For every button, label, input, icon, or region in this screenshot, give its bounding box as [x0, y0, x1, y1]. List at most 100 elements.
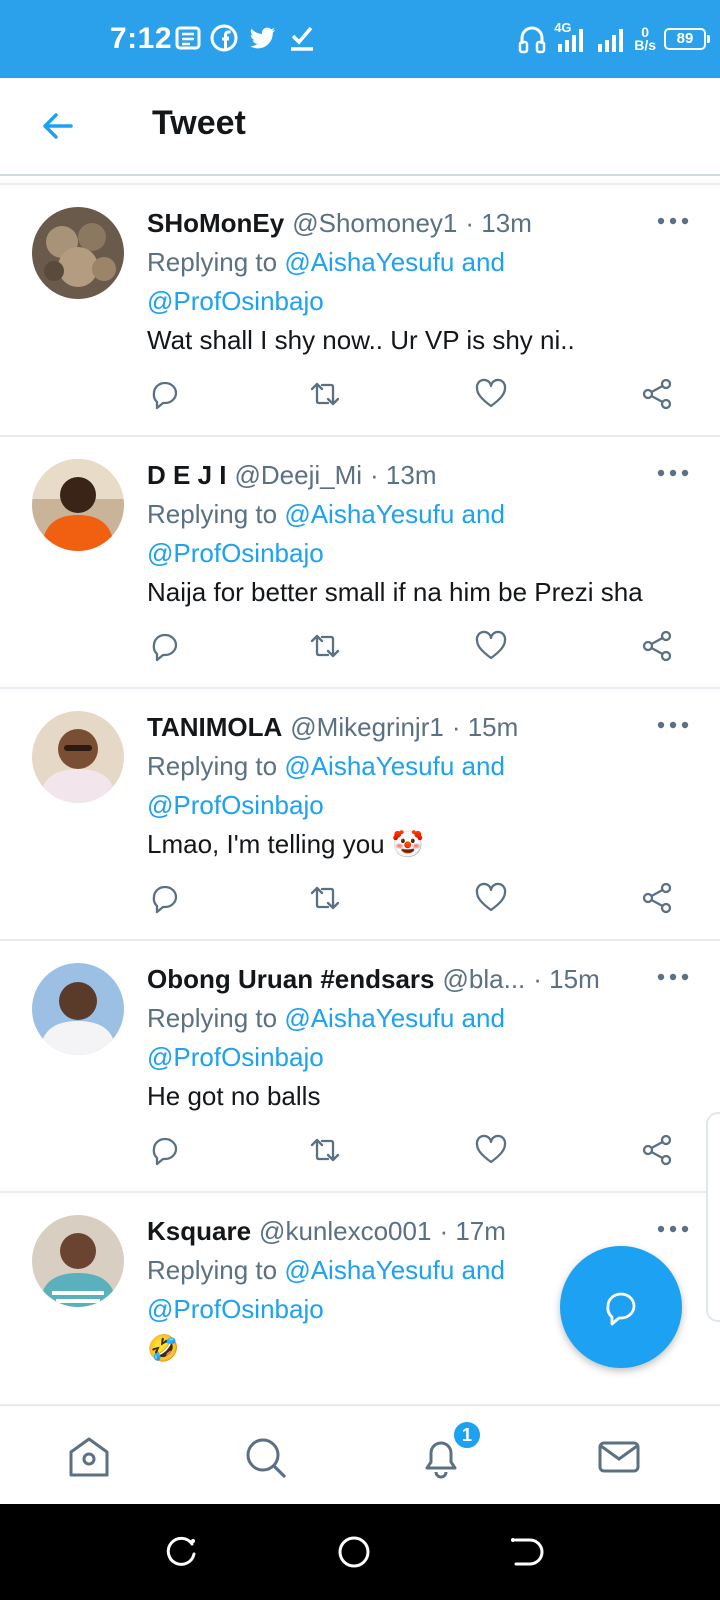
- tweet-actions: [148, 1133, 688, 1173]
- mention-link[interactable]: @ProfOsinbajo: [147, 790, 324, 820]
- user-handle[interactable]: @Mikegrinjr1: [290, 709, 444, 745]
- replying-prefix: Replying to: [147, 751, 285, 781]
- avatar[interactable]: [32, 963, 124, 1055]
- scroll-handle[interactable]: [706, 1112, 720, 1322]
- home-button-icon[interactable]: [336, 1534, 372, 1570]
- reply-icon[interactable]: [148, 881, 182, 915]
- notification-badge: 1: [452, 1420, 482, 1450]
- more-options-icon[interactable]: [656, 1219, 690, 1239]
- replying-to-cont: @ProfOsinbajo: [147, 1039, 692, 1075]
- tweet[interactable]: TANIMOLA @Mikegrinjr1 · 15m Replying to …: [0, 689, 720, 941]
- tweet-content: D E J I @Deeji_Mi · 13m Replying to @Ais…: [147, 457, 692, 610]
- tweet-content: SHoMonEy @Shomoney1 · 13m Replying to @A…: [147, 205, 692, 358]
- system-navigation-bar: [0, 1504, 720, 1600]
- tweet-actions: [148, 377, 688, 417]
- messages-icon[interactable]: [596, 1434, 642, 1480]
- tweet-content: Obong Uruan #endsars @bla... · 15m Reply…: [147, 961, 692, 1114]
- avatar[interactable]: [32, 459, 124, 551]
- like-icon[interactable]: [474, 377, 508, 411]
- back-arrow-icon[interactable]: [38, 106, 78, 146]
- more-options-icon[interactable]: [656, 967, 690, 987]
- reply-icon[interactable]: [148, 377, 182, 411]
- display-name[interactable]: Obong Uruan #endsars: [147, 961, 435, 997]
- retweet-icon[interactable]: [308, 881, 342, 915]
- mention-link[interactable]: @AishaYesufu and: [284, 499, 505, 529]
- signal-icon-2: [598, 29, 624, 52]
- app-header: Tweet: [0, 78, 720, 176]
- mention-link[interactable]: @AishaYesufu and: [284, 1003, 505, 1033]
- status-bar: 7:12 4G 0 B/s 89: [0, 0, 720, 78]
- mention-link[interactable]: @ProfOsinbajo: [147, 538, 324, 568]
- tweet-time: · 13m: [370, 460, 437, 490]
- replying-to: Replying to @AishaYesufu and: [147, 1000, 692, 1036]
- user-handle[interactable]: @kunlexco001: [259, 1213, 431, 1249]
- tweet-text: Lmao, I'm telling you 🤡: [147, 829, 425, 859]
- recents-icon[interactable]: [164, 1534, 200, 1570]
- tweet[interactable]: Obong Uruan #endsars @bla... · 15m Reply…: [0, 941, 720, 1193]
- check-icon: [291, 26, 313, 51]
- notes-icon: [175, 26, 201, 50]
- tweet[interactable]: SHoMonEy @Shomoney1 · 13m Replying to @A…: [0, 185, 720, 437]
- reply-icon: [606, 1292, 636, 1326]
- display-name[interactable]: SHoMonEy: [147, 205, 284, 241]
- mention-link[interactable]: @AishaYesufu and: [284, 1255, 505, 1285]
- share-icon[interactable]: [640, 377, 674, 411]
- avatar[interactable]: [32, 207, 124, 299]
- tweet-time: · 15m: [451, 712, 519, 742]
- tweet-actions: [148, 629, 688, 669]
- share-icon[interactable]: [640, 1133, 674, 1167]
- share-icon[interactable]: [640, 881, 674, 915]
- share-icon[interactable]: [640, 629, 674, 663]
- reply-fab-button[interactable]: [560, 1246, 682, 1368]
- tweet-time: · 15m: [533, 964, 600, 994]
- replying-to-cont: @ProfOsinbajo: [147, 535, 692, 571]
- replying-to-cont: @ProfOsinbajo: [147, 787, 692, 823]
- bottom-navigation: [0, 1404, 720, 1504]
- more-options-icon[interactable]: [656, 463, 690, 483]
- mention-link[interactable]: @AishaYesufu and: [284, 247, 505, 277]
- mention-link[interactable]: @ProfOsinbajo: [147, 1042, 324, 1072]
- reply-icon[interactable]: [148, 629, 182, 663]
- status-time: 7:12: [110, 22, 173, 55]
- back-button-icon[interactable]: [508, 1534, 544, 1570]
- mention-link[interactable]: @ProfOsinbajo: [147, 286, 324, 316]
- replying-prefix: Replying to: [147, 247, 285, 277]
- search-icon[interactable]: [242, 1434, 288, 1480]
- replying-to: Replying to @AishaYesufu and: [147, 496, 692, 532]
- data-rate: 0 B/s: [634, 25, 656, 52]
- display-name[interactable]: Ksquare: [147, 1213, 251, 1249]
- user-handle[interactable]: @Deeji_Mi: [234, 457, 362, 493]
- tweet-time: · 13m: [465, 208, 532, 238]
- avatar[interactable]: [32, 711, 124, 803]
- mention-link[interactable]: @ProfOsinbajo: [147, 1294, 324, 1324]
- display-name[interactable]: D E J I: [147, 457, 226, 493]
- more-options-icon[interactable]: [656, 715, 690, 735]
- user-handle[interactable]: @bla...: [443, 961, 526, 997]
- home-icon[interactable]: [66, 1434, 112, 1480]
- page-title: Tweet: [152, 104, 246, 142]
- mention-link[interactable]: @AishaYesufu and: [284, 751, 505, 781]
- tweet-header: D E J I @Deeji_Mi · 13m: [147, 457, 692, 493]
- retweet-icon[interactable]: [308, 629, 342, 663]
- tweet[interactable]: D E J I @Deeji_Mi · 13m Replying to @Ais…: [0, 437, 720, 689]
- tweet-header: TANIMOLA @Mikegrinjr1 · 15m: [147, 709, 692, 745]
- avatar[interactable]: [32, 1215, 124, 1307]
- like-icon[interactable]: [474, 629, 508, 663]
- retweet-icon[interactable]: [308, 377, 342, 411]
- display-name[interactable]: TANIMOLA: [147, 709, 282, 745]
- tweet-content: TANIMOLA @Mikegrinjr1 · 15m Replying to …: [147, 709, 692, 862]
- headphones-icon: [518, 26, 546, 54]
- tweet-text: He got no balls: [147, 1081, 321, 1111]
- tweet-header: Obong Uruan #endsars @bla... · 15m: [147, 961, 692, 997]
- user-handle[interactable]: @Shomoney1: [292, 205, 457, 241]
- replying-prefix: Replying to: [147, 1003, 285, 1033]
- tweet-text: Wat shall I shy now.. Ur VP is shy ni..: [147, 325, 575, 355]
- more-options-icon[interactable]: [656, 211, 690, 231]
- replying-to: Replying to @AishaYesufu and: [147, 748, 692, 784]
- reply-icon[interactable]: [148, 1133, 182, 1167]
- retweet-icon[interactable]: [308, 1133, 342, 1167]
- like-icon[interactable]: [474, 881, 508, 915]
- tweet-header: SHoMonEy @Shomoney1 · 13m: [147, 205, 692, 241]
- replying-to: Replying to @AishaYesufu and: [147, 244, 692, 280]
- like-icon[interactable]: [474, 1133, 508, 1167]
